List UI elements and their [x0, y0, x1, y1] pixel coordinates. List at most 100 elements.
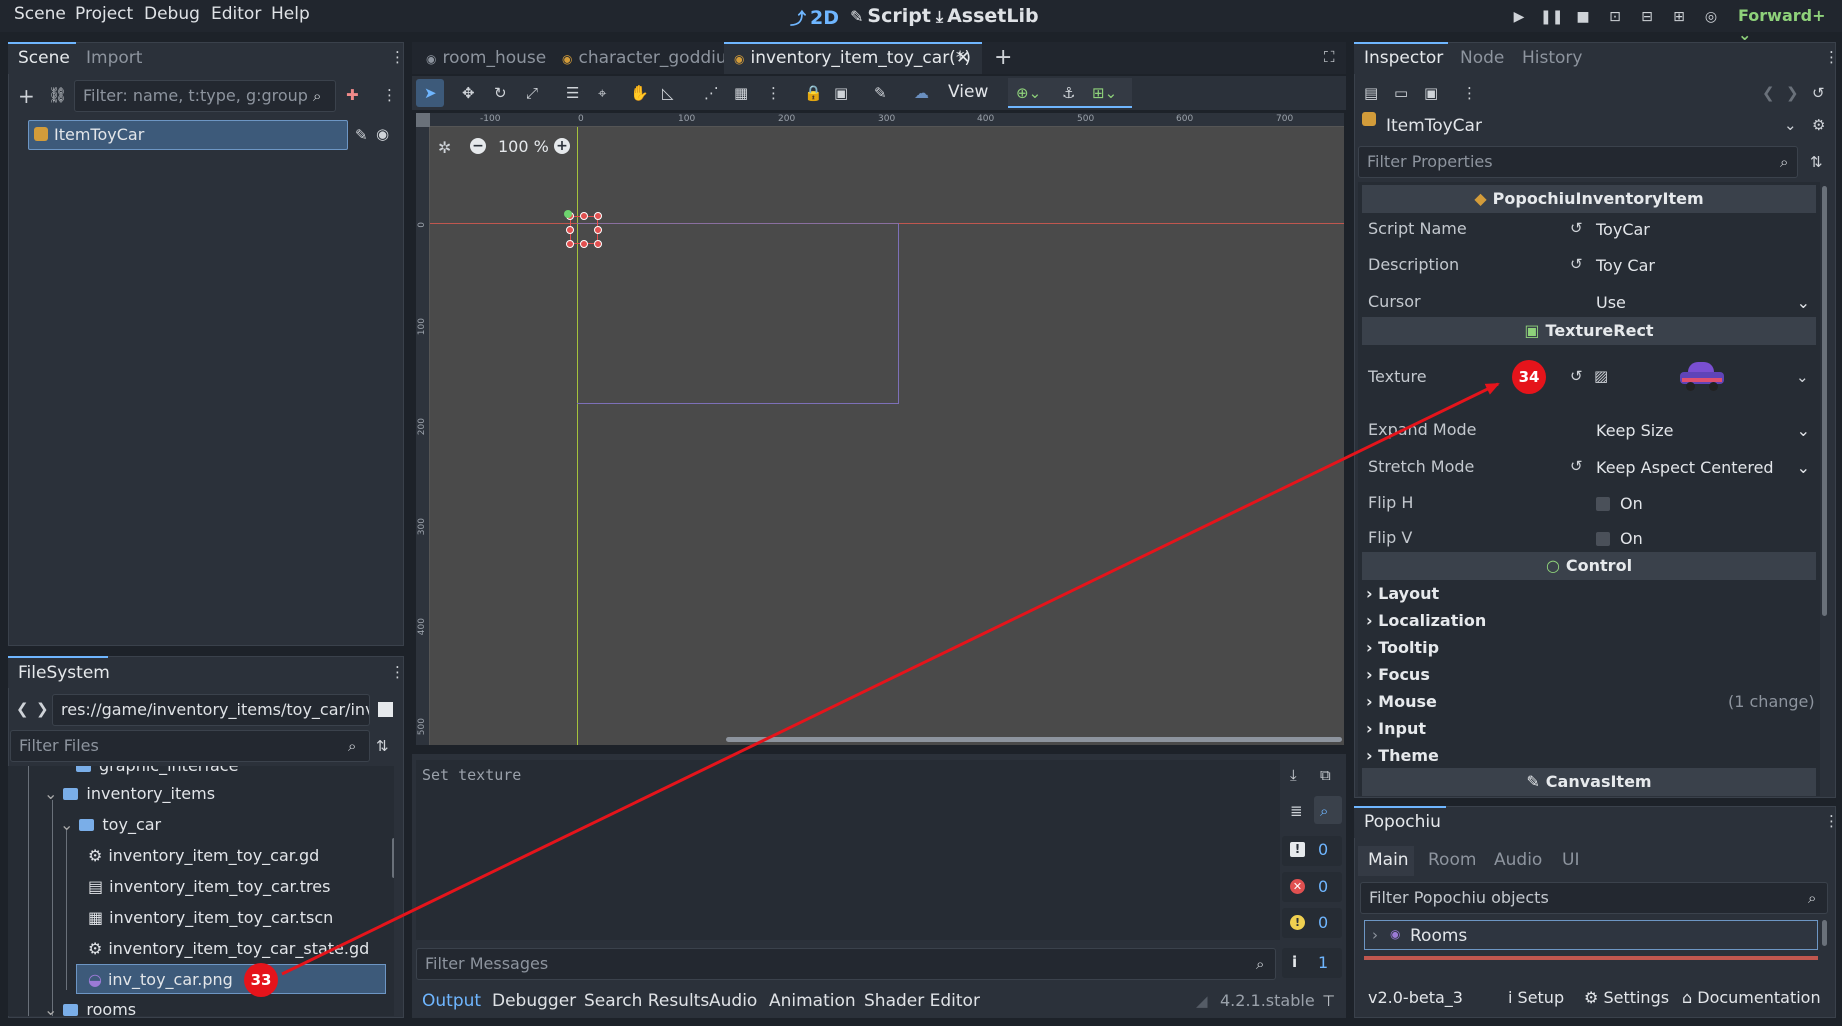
bottom-tab-shader-editor[interactable]: Shader Editor	[864, 991, 980, 1011]
bottom-tab-debugger[interactable]: Debugger	[492, 991, 576, 1011]
zoom-out-icon[interactable]: −	[470, 138, 486, 154]
menu-project[interactable]: Project	[75, 4, 133, 24]
viewport-2d[interactable]	[416, 113, 1344, 745]
handle[interactable]	[566, 240, 574, 248]
popochiu-tab-ui[interactable]: UI	[1562, 850, 1579, 870]
smart-snap-icon[interactable]: ⋰	[704, 84, 719, 102]
popochiu-filter-input[interactable]: Filter Popochiu objects	[1360, 882, 1828, 914]
popochiu-tab-audio[interactable]: Audio	[1494, 850, 1542, 870]
renderer-select[interactable]: Forward+ ⌄	[1738, 6, 1842, 44]
prop-flip-v-checkbox[interactable]: On	[1588, 523, 1818, 553]
popochiu-setup-button[interactable]: ⅰ Setup	[1508, 988, 1564, 1007]
pivot-tool-icon[interactable]: ⌖	[598, 84, 606, 102]
object-history-icon[interactable]: ↺	[1812, 84, 1825, 102]
prop-expand-mode-select[interactable]: Keep Size ⌄	[1588, 415, 1818, 445]
filter-messages-input[interactable]: Filter Messages	[416, 948, 1276, 980]
revert-icon[interactable]: ↺	[1570, 255, 1583, 273]
handle[interactable]	[580, 240, 588, 248]
list-select-icon[interactable]: ☰	[566, 84, 579, 102]
nav-back-icon[interactable]: ❮	[16, 700, 29, 718]
sizing-icon[interactable]: ⊞⌄	[1092, 84, 1117, 102]
workspace-2d[interactable]: ⤴ 2D	[790, 5, 839, 29]
zoom-level[interactable]: 100 %	[498, 137, 549, 156]
workspace-script[interactable]: ✎ Script	[850, 5, 931, 27]
handle[interactable]	[594, 226, 602, 234]
bone-icon[interactable]: ✎	[874, 84, 887, 102]
fs-item-graphic-interface[interactable]: graphic_interface	[76, 766, 238, 775]
play-icon[interactable]: ▶	[1508, 6, 1530, 28]
fs-item-toy-car[interactable]: ⌄ toy_car	[60, 815, 161, 834]
fs-filter-input[interactable]: Filter Files	[10, 730, 370, 762]
node-dropdown-icon[interactable]: ⌄	[1784, 116, 1797, 134]
fullscreen-icon[interactable]: ⛶	[1324, 48, 1335, 66]
fs-scrollbar[interactable]	[392, 838, 394, 878]
section-texture-rect[interactable]: ▣ TextureRect	[1362, 317, 1816, 345]
prop-cursor-select[interactable]: Use ⌄	[1588, 287, 1818, 317]
split-mode-icon[interactable]	[378, 702, 393, 717]
dock-menu-icon[interactable]: ⋮	[390, 48, 405, 66]
handle[interactable]	[594, 212, 602, 220]
filter-properties-input[interactable]: Filter Properties	[1358, 146, 1798, 178]
grid-snap-icon[interactable]: ▦	[734, 84, 748, 102]
close-tab-icon[interactable]: ✕	[956, 48, 970, 68]
search-icon[interactable]: ⌕	[1320, 802, 1328, 820]
tab-filesystem[interactable]: FileSystem	[18, 663, 110, 683]
play-custom-scene-icon[interactable]: ⊞	[1668, 6, 1690, 28]
handle[interactable]	[566, 226, 574, 234]
popochiu-scrollbar[interactable]	[1822, 920, 1827, 946]
scale-tool-icon[interactable]: ⤢	[526, 84, 538, 102]
nav-forward-icon[interactable]: ❯	[36, 700, 49, 718]
scene-menu-icon[interactable]: ⋮	[382, 86, 397, 104]
pause-icon[interactable]: ❚❚	[1540, 6, 1563, 28]
fs-item-tres[interactable]: ▤ inventory_item_toy_car.tres	[88, 877, 330, 896]
viewport-h-scrollbar[interactable]	[726, 737, 1342, 742]
play-scene-icon[interactable]: ⊟	[1636, 6, 1658, 28]
revert-icon[interactable]: ↺	[1570, 457, 1583, 475]
prop-script-name-value[interactable]: ToyCar	[1588, 214, 1818, 244]
selected-node-gizmo[interactable]	[564, 210, 602, 248]
visibility-icon[interactable]: ◉	[376, 125, 389, 143]
revert-icon[interactable]: ↺	[1570, 219, 1583, 237]
rotate-tool-icon[interactable]: ↻	[494, 84, 507, 102]
workspace-assetlib[interactable]: ⤓ AssetLib	[936, 5, 1039, 27]
center-view-icon[interactable]: ✲	[438, 138, 451, 157]
prop-stretch-mode-select[interactable]: Keep Aspect Centered ⌄	[1588, 452, 1818, 482]
fs-item-png[interactable]: ◒ inv_toy_car.png	[88, 970, 233, 989]
output-log[interactable]	[416, 760, 1280, 940]
fs-item-inventory-items[interactable]: ⌄ inventory_items	[44, 784, 215, 803]
preview-icon[interactable]: ☁	[914, 84, 929, 102]
collapse-icon[interactable]: ≣	[1290, 802, 1303, 820]
bottom-tab-output[interactable]: Output	[422, 991, 481, 1011]
tab-scene[interactable]: Scene	[18, 48, 70, 68]
pan-tool-icon[interactable]: ✋	[630, 84, 649, 102]
section-canvas-item[interactable]: ✎ CanvasItem	[1362, 768, 1816, 796]
open-folder-icon[interactable]: ▭	[1394, 84, 1408, 102]
save-icon[interactable]: ▣	[1424, 84, 1438, 102]
tab-import[interactable]: Import	[86, 48, 142, 68]
section-popochiu-inventory-item[interactable]: ◆ PopochiuInventoryItem	[1362, 185, 1816, 213]
tab-popochiu[interactable]: Popochiu	[1364, 812, 1441, 832]
fs-menu-icon[interactable]: ⋮	[390, 663, 405, 681]
fs-path-input[interactable]: res://game/inventory_items/toy_car/inv_	[52, 694, 370, 726]
prop-flip-h-checkbox[interactable]: On	[1588, 488, 1818, 518]
fs-item-state-gd[interactable]: ⚙ inventory_item_toy_car_state.gd	[88, 939, 369, 958]
popochiu-settings-button[interactable]: ⚙ Settings	[1584, 988, 1669, 1007]
menu-help[interactable]: Help	[271, 4, 310, 24]
popochiu-tab-main[interactable]: Main	[1368, 850, 1409, 870]
scene-filter-input[interactable]: Filter: name, t:type, g:group	[74, 80, 336, 112]
inspector-menu-icon[interactable]: ⋮	[1824, 48, 1839, 66]
view-menu[interactable]: View	[948, 82, 988, 102]
filter-info-box[interactable]	[1282, 948, 1342, 978]
section-control[interactable]: ○ Control	[1362, 552, 1816, 580]
category-localization[interactable]: › Localization	[1366, 611, 1486, 630]
editor-tab-toy-car[interactable]: ◉ inventory_item_toy_car(*)	[734, 48, 971, 68]
group-icon[interactable]: ▣	[834, 84, 848, 102]
property-options-icon[interactable]: ⇅	[1810, 153, 1823, 171]
handle[interactable]	[580, 212, 588, 220]
tab-history[interactable]: History	[1522, 48, 1582, 68]
popochiu-menu-icon[interactable]: ⋮	[1824, 812, 1839, 830]
select-tool-icon[interactable]: ➤	[424, 84, 437, 102]
history-back-icon[interactable]: ❮	[1762, 84, 1775, 102]
texture-dropdown-icon[interactable]: ⌄	[1796, 368, 1809, 386]
texture-edit-icon[interactable]: ▨	[1594, 367, 1608, 385]
